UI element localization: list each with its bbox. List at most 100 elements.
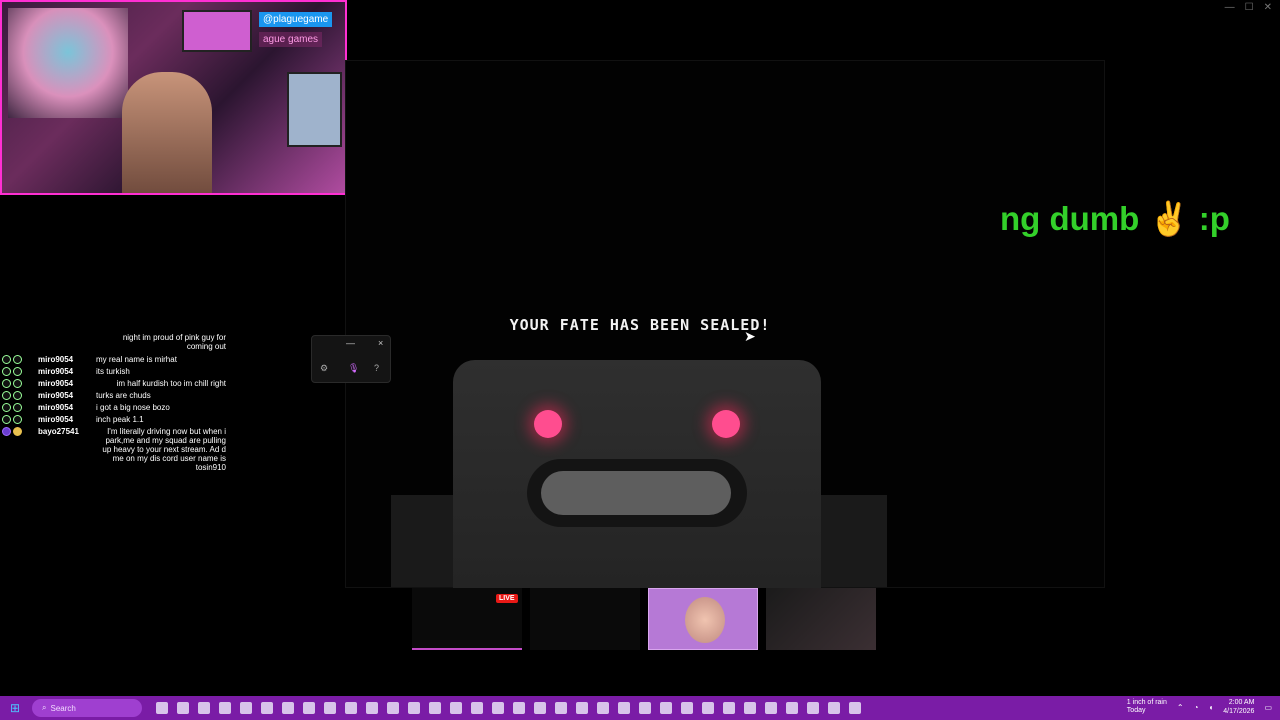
widget-close-button[interactable]: × [378, 338, 383, 348]
app-icon[interactable] [534, 702, 546, 714]
robot-right-eye [712, 410, 740, 438]
window-maximize-button[interactable]: ☐ [1245, 2, 1254, 13]
app-icon[interactable] [198, 702, 210, 714]
volume-icon[interactable]: ◖ [1208, 703, 1213, 712]
app-icon[interactable] [828, 702, 840, 714]
help-icon[interactable]: ? [374, 363, 379, 373]
app-icon[interactable] [618, 702, 630, 714]
window-close-button[interactable]: ✕ [1264, 2, 1272, 13]
windows-start-icon[interactable]: ⊞ [0, 701, 30, 715]
chat-line: miro9054 i got a big nose bozo [0, 403, 226, 412]
app-icon[interactable] [576, 702, 588, 714]
app-icon[interactable] [597, 702, 609, 714]
search-icon: ⌕ [42, 703, 47, 712]
badge-icon [2, 403, 11, 412]
chat-line: miro9054 im half kurdish too im chill ri… [0, 379, 226, 388]
chat-line: miro9054 inch peak 1.1 [0, 415, 226, 424]
app-icon[interactable] [324, 702, 336, 714]
app-icon[interactable] [660, 702, 672, 714]
system-tray: 1 inch of rain Today ⌃ ◔ ◖ 2:00 AM 4/17/… [1127, 698, 1272, 716]
thumbnail-room[interactable] [766, 588, 876, 650]
app-icon[interactable] [450, 702, 462, 714]
weather-subtext: Today [1126, 707, 1146, 714]
chat-line: bayo27541 I'm literally driving now but … [0, 427, 226, 472]
chevron-up-icon[interactable]: ⌃ [1177, 703, 1184, 712]
chat-username: miro9054 [38, 355, 74, 364]
chat-username: miro9054 [38, 403, 74, 412]
chat-line: miro9054 my real name is mirhat [0, 355, 226, 364]
twitch-badge-icon [2, 427, 11, 436]
app-icon[interactable] [807, 702, 819, 714]
mouse-cursor-icon: ➤ [744, 328, 756, 344]
app-icon[interactable] [513, 702, 525, 714]
chat-message: im half kurdish too im chill right [116, 379, 226, 388]
app-icon[interactable] [429, 702, 441, 714]
app-icon[interactable] [240, 702, 252, 714]
gear-icon[interactable]: ⚙ [320, 363, 328, 374]
anime-poster [8, 8, 128, 118]
app-icon[interactable] [177, 702, 189, 714]
clock[interactable]: 2:00 AM 4/17/2026 [1223, 698, 1254, 716]
badge-icon [2, 379, 11, 388]
app-icon[interactable] [345, 702, 357, 714]
badge-icon [13, 415, 22, 424]
weather-text: 1 inch of rain [1126, 699, 1167, 706]
robot-left-arm [391, 495, 453, 587]
face-image [685, 597, 725, 643]
app-icon[interactable] [219, 702, 231, 714]
app-icon[interactable] [723, 702, 735, 714]
app-icon[interactable] [849, 702, 861, 714]
webcam-overlay: @plaguegame ague games [0, 0, 347, 195]
thumbnail-live-stream[interactable]: LIVE [412, 588, 522, 650]
chat-username: miro9054 [38, 379, 74, 388]
widget-minimize-button[interactable]: — [346, 338, 355, 348]
stream-thumbnails: LIVE [412, 588, 876, 652]
clock-time: 2:00 AM [1228, 699, 1255, 706]
taskbar: ⊞ ⌕ Search 1 inch of rain Today ⌃ ◔ ◖ 2:… [0, 696, 1280, 720]
badge-icon [2, 355, 11, 364]
chat-message: its turkish [96, 367, 130, 376]
notification-icon[interactable]: ▭ [1264, 703, 1272, 712]
app-icon[interactable] [282, 702, 294, 714]
app-icon[interactable] [639, 702, 651, 714]
app-icon[interactable] [261, 702, 273, 714]
app-icon[interactable] [702, 702, 714, 714]
app-icon[interactable] [366, 702, 378, 714]
app-icon[interactable] [387, 702, 399, 714]
chat-message: night im proud of pink guy for coming ou… [122, 333, 226, 351]
badge-icon [13, 391, 22, 400]
thumbnail-dancer[interactable] [530, 588, 640, 650]
app-icon[interactable] [681, 702, 693, 714]
badge-icon [2, 391, 11, 400]
app-icon[interactable] [303, 702, 315, 714]
chat-message: inch peak 1.1 [96, 415, 144, 424]
window-controls: — ☐ ✕ [1225, 2, 1272, 13]
taskbar-apps [156, 702, 861, 714]
app-icon[interactable] [555, 702, 567, 714]
chat-message: my real name is mirhat [96, 355, 177, 364]
chat-line: miro9054 its turkish [0, 367, 226, 376]
streamer [122, 72, 212, 193]
chat-message: i got a big nose bozo [96, 403, 170, 412]
microphone-icon[interactable]: 🎙 [348, 363, 359, 374]
app-icon[interactable] [492, 702, 504, 714]
badge-icon [13, 367, 22, 376]
chat-message: I'm literally driving now but when i par… [102, 427, 226, 472]
app-icon[interactable] [765, 702, 777, 714]
badge-icon [2, 367, 11, 376]
app-icon[interactable] [786, 702, 798, 714]
taskbar-search[interactable]: ⌕ Search [32, 699, 142, 717]
thumbnail-face[interactable] [648, 588, 758, 650]
app-icon[interactable] [744, 702, 756, 714]
wifi-icon[interactable]: ◔ [1194, 703, 1199, 712]
weather-widget[interactable]: 1 inch of rain Today [1127, 699, 1167, 715]
badge-icon [2, 415, 11, 424]
app-icon[interactable] [471, 702, 483, 714]
chat-username: miro9054 [38, 415, 74, 424]
badge-icon [13, 427, 22, 436]
social-handle-secondary: ague games [259, 32, 323, 47]
window-minimize-button[interactable]: — [1225, 2, 1235, 13]
app-icon[interactable] [408, 702, 420, 714]
chat-line: miro9054 turks are chuds [0, 391, 226, 400]
app-icon[interactable] [156, 702, 168, 714]
